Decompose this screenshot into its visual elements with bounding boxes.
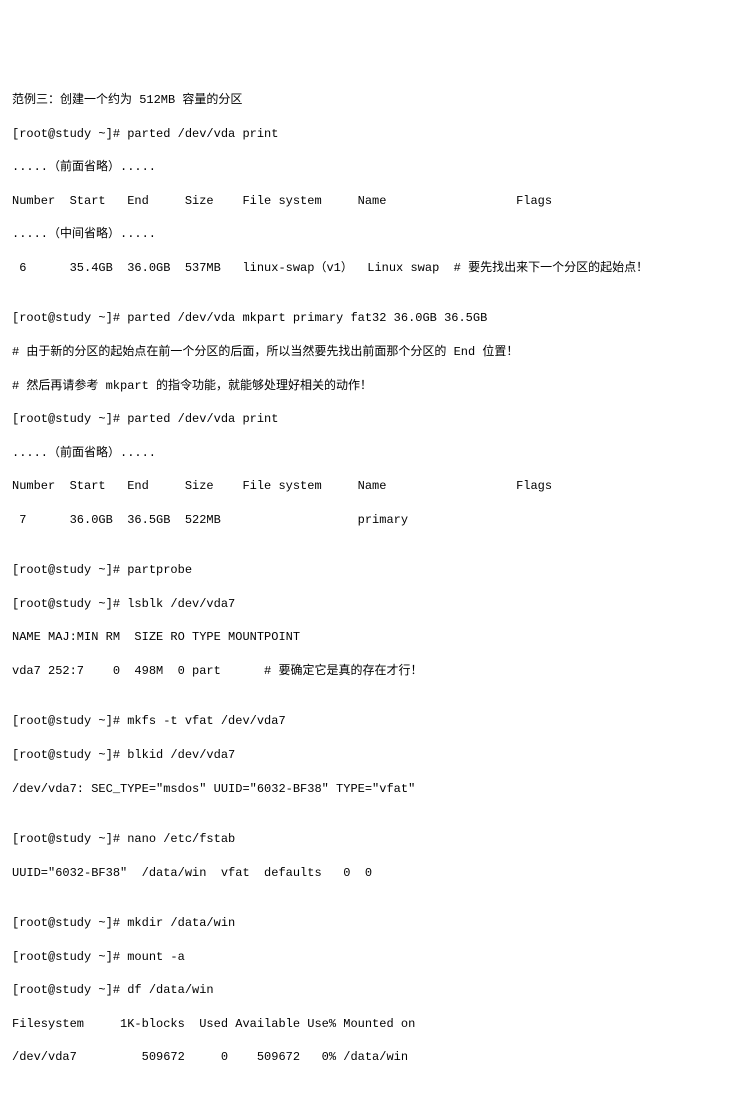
line: [root@study ~]# lsblk /dev/vda7 bbox=[12, 596, 733, 613]
line: UUID="6032-BF38" /data/win vfat defaults… bbox=[12, 865, 733, 882]
line: Number Start End Size File system Name F… bbox=[12, 478, 733, 495]
line: Number Start End Size File system Name F… bbox=[12, 193, 733, 210]
line: 范例三：创建一个约为 512MB 容量的分区 bbox=[12, 92, 733, 109]
line: /dev/vda7 509672 0 509672 0% /data/win bbox=[12, 1049, 733, 1066]
line: NAME MAJ:MIN RM SIZE RO TYPE MOUNTPOINT bbox=[12, 629, 733, 646]
line: [root@study ~]# mkfs -t vfat /dev/vda7 bbox=[12, 713, 733, 730]
line: # 然后再请参考 mkpart 的指令功能，就能够处理好相关的动作！ bbox=[12, 378, 733, 395]
line: [root@study ~]# df /data/win bbox=[12, 982, 733, 999]
line: 7 36.0GB 36.5GB 522MB primary bbox=[12, 512, 733, 529]
line: [root@study ~]# partprobe bbox=[12, 562, 733, 579]
line: [root@study ~]# mount -a bbox=[12, 949, 733, 966]
line: .....（前面省略）..... bbox=[12, 159, 733, 176]
line: [root@study ~]# mkdir /data/win bbox=[12, 915, 733, 932]
line: # 由于新的分区的起始点在前一个分区的后面，所以当然要先找出前面那个分区的 En… bbox=[12, 344, 733, 361]
line: [root@study ~]# blkid /dev/vda7 bbox=[12, 747, 733, 764]
line: /dev/vda7: SEC_TYPE="msdos" UUID="6032-B… bbox=[12, 781, 733, 798]
terminal-output: 范例三：创建一个约为 512MB 容量的分区 [root@study ~]# p… bbox=[12, 75, 733, 1083]
line: .....（前面省略）..... bbox=[12, 445, 733, 462]
line: vda7 252:7 0 498M 0 part # 要确定它是真的存在才行！ bbox=[12, 663, 733, 680]
line: 6 35.4GB 36.0GB 537MB linux-swap（v1） Lin… bbox=[12, 260, 733, 277]
line: [root@study ~]# parted /dev/vda print bbox=[12, 126, 733, 143]
line: Filesystem 1K-blocks Used Available Use%… bbox=[12, 1016, 733, 1033]
line: [root@study ~]# parted /dev/vda mkpart p… bbox=[12, 310, 733, 327]
line: [root@study ~]# nano /etc/fstab bbox=[12, 831, 733, 848]
line: .....（中间省略）..... bbox=[12, 226, 733, 243]
line: [root@study ~]# parted /dev/vda print bbox=[12, 411, 733, 428]
